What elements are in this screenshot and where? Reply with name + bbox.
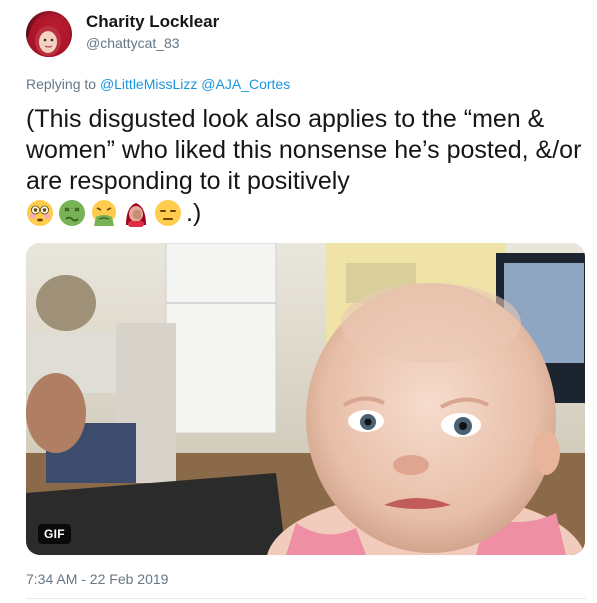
tweet-timestamp[interactable]: 7:34 AM - 22 Feb 2019	[26, 571, 168, 587]
gif-media[interactable]: GIF	[26, 243, 585, 555]
mention-aja-cortes[interactable]: @AJA_Cortes	[201, 76, 290, 92]
avatar[interactable]	[26, 11, 72, 57]
mention-littlemisslizz[interactable]: @LittleMissLizz	[100, 76, 197, 92]
vomiting-face-icon	[92, 200, 116, 227]
tweet-text-body: (This disgusted look also applies to the…	[26, 105, 582, 195]
display-name[interactable]: Charity Locklear	[86, 12, 219, 32]
flushed-face-icon	[27, 200, 53, 227]
divider	[26, 598, 586, 599]
woman-facepalming-icon	[126, 203, 146, 228]
tweet-text: (This disgusted look also applies to the…	[26, 104, 586, 229]
baby-gif-image	[26, 243, 585, 555]
tweet-card: Charity Locklear @chattycat_83 Replying …	[0, 0, 597, 603]
nauseated-face-icon	[59, 200, 85, 227]
replying-to-line: Replying to @LittleMissLizz @AJA_Cortes	[26, 76, 290, 92]
gif-badge: GIF	[38, 524, 71, 544]
author-block: Charity Locklear @chattycat_83	[86, 12, 219, 52]
emoji-row: .)	[26, 198, 201, 229]
expressionless-face-icon	[155, 200, 181, 227]
user-handle[interactable]: @chattycat_83	[86, 34, 219, 52]
tweet-text-closing: .)	[186, 198, 202, 227]
replying-to-label: Replying to	[26, 76, 97, 92]
